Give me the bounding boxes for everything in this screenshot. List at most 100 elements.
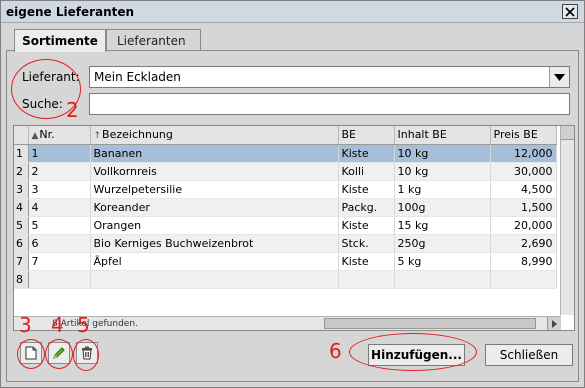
chevron-down-icon [554, 73, 565, 81]
lieferant-value: Mein Eckladen [94, 70, 181, 84]
annotation-number: 5 [77, 313, 90, 337]
window-close-button[interactable] [562, 4, 578, 19]
bezeichnung-cell[interactable]: Wurzelpetersilie [90, 180, 339, 199]
close-button[interactable]: Schließen [485, 344, 573, 366]
new-button[interactable] [20, 342, 42, 364]
column-header-preis[interactable]: Preis BE [490, 126, 557, 145]
table-row[interactable]: 8 [14, 270, 557, 289]
preis-cell[interactable]: 12,000 [490, 144, 557, 163]
be-cell[interactable]: Kiste [338, 144, 395, 163]
row-number-cell[interactable]: 5 [14, 216, 29, 235]
nr-cell[interactable] [28, 270, 91, 289]
corner-cell [14, 126, 29, 145]
bezeichnung-cell[interactable]: Koreander [90, 198, 339, 217]
nr-cell[interactable]: 2 [28, 162, 91, 181]
header-row: ▲Nr. ↑Bezeichnung BE Inhalt BE Preis BE [14, 126, 557, 145]
inhalt-cell[interactable]: 10 kg [394, 162, 491, 181]
tab-panel: Lieferant: Mein Eckladen Suche: ▲Nr. ↑Be… [6, 50, 579, 382]
lieferant-dropdown[interactable]: Mein Eckladen [89, 66, 570, 88]
suche-label: Suche: [22, 97, 63, 111]
sort-arrow-icon: ▲ [31, 131, 39, 142]
preis-cell[interactable]: 2,690 [490, 234, 557, 253]
bezeichnung-cell[interactable]: Bananen [90, 144, 339, 163]
be-cell[interactable] [338, 270, 395, 289]
inhalt-cell[interactable]: 1 kg [394, 180, 491, 199]
sort-indicator-icon: ↑ [93, 131, 102, 142]
be-cell[interactable]: Kiste [338, 216, 395, 235]
nr-cell[interactable]: 7 [28, 252, 91, 271]
articles-table: ▲Nr. ↑Bezeichnung BE Inhalt BE Preis BE … [13, 125, 575, 331]
inhalt-cell[interactable]: 100g [394, 198, 491, 217]
be-cell[interactable]: Kiste [338, 252, 395, 271]
row-number-cell[interactable]: 4 [14, 198, 29, 217]
vertical-scrollbar[interactable] [560, 126, 574, 315]
bezeichnung-cell[interactable]: Orangen [90, 216, 339, 235]
row-number-cell[interactable]: 8 [14, 270, 29, 289]
inhalt-cell[interactable]: 10 kg [394, 144, 491, 163]
preis-cell[interactable]: 20,000 [490, 216, 557, 235]
search-input[interactable] [89, 93, 570, 115]
inhalt-cell[interactable]: 250g [394, 234, 491, 253]
bezeichnung-cell[interactable]: Bio Kerniges Buchweizenbrot [90, 234, 339, 253]
column-header-bezeichnung[interactable]: ↑Bezeichnung [90, 126, 339, 145]
nr-cell[interactable]: 3 [28, 180, 91, 199]
nr-cell[interactable]: 4 [28, 198, 91, 217]
pencil-icon [53, 347, 65, 359]
nr-cell[interactable]: 1 [28, 144, 91, 163]
table-row[interactable]: 4 4 Koreander Packg. 100g 1,500 [14, 198, 557, 217]
title-bar[interactable]: eigene Lieferanten [1, 1, 584, 23]
bezeichnung-cell[interactable] [90, 270, 339, 289]
window-title: eigene Lieferanten [6, 5, 135, 19]
trash-icon [82, 346, 92, 360]
inhalt-cell[interactable]: 5 kg [394, 252, 491, 271]
table-row[interactable]: 6 6 Bio Kerniges Buchweizenbrot Stck. 250g 2,… [14, 234, 557, 253]
preis-cell[interactable]: 1,500 [490, 198, 557, 217]
row-number-cell[interactable]: 7 [14, 252, 29, 271]
bezeichnung-cell[interactable]: Vollkornreis [90, 162, 339, 181]
preis-cell[interactable]: 8,990 [490, 252, 557, 271]
row-number-cell[interactable]: 1 [14, 144, 29, 163]
bezeichnung-cell[interactable]: Äpfel [90, 252, 339, 271]
annotation-number: 6 [329, 339, 342, 363]
preis-cell[interactable]: 30,000 [490, 162, 557, 181]
table-row[interactable]: 1 1 Bananen Kiste 10 kg 12,000 [14, 144, 557, 163]
tab-lieferanten[interactable]: Lieferanten [106, 29, 201, 51]
inhalt-cell[interactable]: 15 kg [394, 216, 491, 235]
be-cell[interactable]: Packg. [338, 198, 395, 217]
table-row[interactable]: 2 2 Vollkornreis Kolli 10 kg 30,000 [14, 162, 557, 181]
row-number-cell[interactable]: 2 [14, 162, 29, 181]
scroll-right-button[interactable] [547, 317, 561, 330]
table-row[interactable]: 3 3 Wurzelpetersilie Kiste 1 kg 4,500 [14, 180, 557, 199]
tab-sortimente[interactable]: Sortimente [14, 29, 106, 52]
be-cell[interactable]: Kolli [338, 162, 395, 181]
nr-cell[interactable]: 6 [28, 234, 91, 253]
column-header-nr[interactable]: ▲Nr. [28, 126, 91, 145]
add-button[interactable]: Hinzufügen... [368, 344, 465, 366]
annotation-number: 4 [51, 313, 64, 337]
preis-cell[interactable] [490, 270, 557, 289]
new-document-icon [25, 346, 37, 360]
table-row[interactable]: 5 5 Orangen Kiste 15 kg 20,000 [14, 216, 557, 235]
row-number-cell[interactable]: 6 [14, 234, 29, 253]
row-number-cell[interactable]: 3 [14, 180, 29, 199]
close-icon [565, 6, 575, 17]
edit-button[interactable] [48, 342, 70, 364]
preis-cell[interactable]: 4,500 [490, 180, 557, 199]
horizontal-scrollbar[interactable]: 8 Artikel gefunden. [14, 316, 561, 330]
scroll-up-button[interactable] [561, 126, 574, 140]
table-row[interactable]: 7 7 Äpfel Kiste 5 kg 8,990 [14, 252, 557, 271]
column-header-be[interactable]: BE [338, 126, 395, 145]
chevron-right-icon [552, 319, 557, 328]
nr-cell[interactable]: 5 [28, 216, 91, 235]
dropdown-arrow[interactable] [549, 67, 569, 87]
be-cell[interactable]: Kiste [338, 180, 395, 199]
status-text: 8 Artikel gefunden. [52, 319, 138, 329]
delete-button[interactable] [76, 342, 98, 364]
inhalt-cell[interactable] [394, 270, 491, 289]
dialog-window: eigene Lieferanten Sortimente Lieferante… [0, 0, 585, 388]
column-header-inhalt[interactable]: Inhalt BE [394, 126, 491, 145]
articles-grid: ▲Nr. ↑Bezeichnung BE Inhalt BE Preis BE … [14, 126, 557, 289]
table-body: 1 1 Bananen Kiste 10 kg 12,000 2 2 Vollkornreis K… [14, 144, 557, 289]
scrollbar-thumb[interactable] [324, 318, 536, 329]
be-cell[interactable]: Stck. [338, 234, 395, 253]
